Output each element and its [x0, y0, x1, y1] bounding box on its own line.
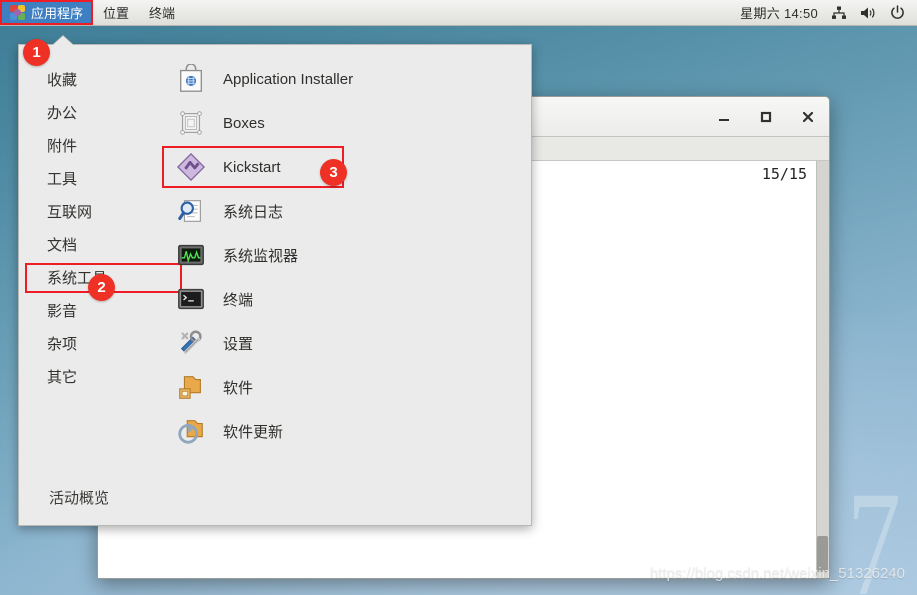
system-monitor-icon [178, 244, 204, 266]
app-label: Boxes [223, 114, 265, 132]
annotation-badge-1: 1 [23, 39, 50, 66]
terminal-icon [178, 288, 204, 310]
category-label: 杂项 [47, 336, 78, 353]
power-icon[interactable] [890, 5, 905, 20]
app-label: 软件 [223, 379, 254, 397]
annotation-badge-2: 2 [88, 274, 115, 301]
app-item-terminal[interactable]: 终端 [158, 277, 531, 321]
menu-application-list[interactable]: Application Installer Boxes Kickstart 系统… [158, 45, 531, 469]
terminal-counter: 15/15 [761, 165, 807, 183]
category-item-internet[interactable]: 互联网 [19, 195, 158, 228]
volume-icon[interactable] [860, 6, 877, 20]
category-item-office[interactable]: 办公 [19, 96, 158, 129]
category-label: 其它 [47, 369, 78, 386]
app-label: 设置 [223, 335, 254, 353]
app-label: 系统监视器 [223, 247, 299, 265]
category-item-sundry[interactable]: 杂项 [19, 327, 158, 360]
software-update-icon [178, 420, 203, 444]
panel-clock[interactable]: 星期六 14:50 [740, 3, 818, 22]
top-panel[interactable]: 应用程序 位置 终端 星期六 14:50 [0, 0, 917, 26]
terminal-scrollbar[interactable] [816, 161, 829, 578]
app-item-software-update[interactable]: 软件更新 [158, 409, 531, 453]
category-label: 办公 [47, 105, 78, 122]
activities-overview-label: 活动概览 [49, 489, 110, 507]
category-item-accessories[interactable]: 附件 [19, 129, 158, 162]
minimize-icon [719, 118, 729, 121]
panel-menu-label: 终端 [149, 6, 176, 21]
panel-menu-terminal[interactable]: 终端 [139, 0, 185, 25]
category-label: 附件 [47, 138, 78, 155]
menu-footer[interactable]: 活动概览 [19, 469, 531, 525]
system-logs-icon [178, 200, 201, 222]
minimize-button[interactable] [713, 106, 735, 128]
app-item-settings[interactable]: 设置 [158, 321, 531, 365]
category-item-documents[interactable]: 文档 [19, 228, 158, 261]
category-label: 互联网 [47, 204, 93, 221]
panel-status-area: 星期六 14:50 [730, 0, 917, 25]
app-item-software[interactable]: 软件 [158, 365, 531, 409]
category-item-sound-video[interactable]: 影音 [19, 294, 158, 327]
panel-menu-places[interactable]: 位置 [93, 0, 139, 25]
software-icon [179, 376, 201, 399]
settings-icon [180, 330, 202, 354]
app-label: 软件更新 [223, 423, 284, 441]
panel-menu-applications[interactable]: 应用程序 [0, 0, 94, 25]
app-label: Application Installer [223, 70, 354, 88]
panel-menu-group: 应用程序 位置 终端 [0, 0, 185, 25]
menu-pointer-tip [53, 36, 73, 45]
app-label: Kickstart [223, 158, 281, 176]
network-icon[interactable] [831, 6, 847, 20]
panel-menu-label: 位置 [103, 6, 130, 21]
application-installer-icon [180, 64, 202, 92]
watermark-text: https://blog.csdn.net/weixin_51326240 [649, 565, 905, 582]
app-label: 系统日志 [223, 203, 284, 221]
category-item-tools[interactable]: 工具 [19, 162, 158, 195]
category-item-favorites[interactable]: 收藏 [19, 63, 158, 96]
panel-menu-label: 应用程序 [31, 6, 84, 21]
menu-body: 收藏 办公 附件 工具 互联网 文档 系统工具 影音 杂项 其它 Applica… [19, 45, 531, 469]
category-label: 影音 [47, 303, 78, 320]
app-label: 终端 [223, 291, 254, 309]
maximize-button[interactable] [755, 106, 777, 128]
app-item-system-monitor[interactable]: 系统监视器 [158, 233, 531, 277]
menu-category-list[interactable]: 收藏 办公 附件 工具 互联网 文档 系统工具 影音 杂项 其它 [19, 45, 182, 469]
applications-icon [10, 5, 25, 20]
kickstart-icon [177, 153, 205, 181]
annotation-badge-3: 3 [320, 159, 347, 186]
category-label: 收藏 [47, 72, 78, 89]
category-label: 工具 [47, 171, 78, 188]
category-item-other[interactable]: 其它 [19, 360, 158, 393]
app-item-boxes[interactable]: Boxes [158, 101, 531, 145]
boxes-icon [180, 111, 202, 135]
maximize-icon [760, 111, 772, 122]
category-label: 文档 [47, 237, 78, 254]
app-item-system-logs[interactable]: 系统日志 [158, 189, 531, 233]
close-icon [802, 111, 814, 122]
close-button[interactable] [797, 106, 819, 128]
app-item-application-installer[interactable]: Application Installer [158, 57, 531, 101]
